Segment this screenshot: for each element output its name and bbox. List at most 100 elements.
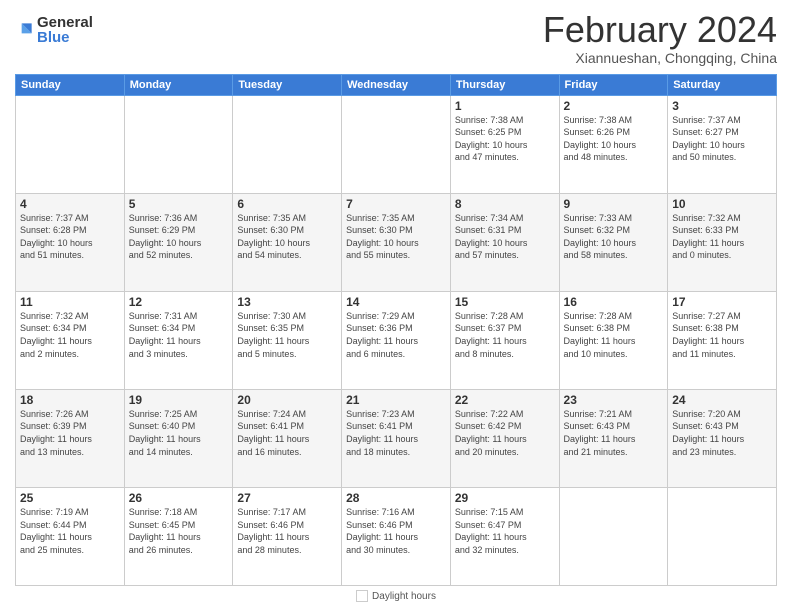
calendar-cell: 11Sunrise: 7:32 AM Sunset: 6:34 PM Dayli… — [16, 291, 125, 389]
day-number: 9 — [564, 197, 664, 211]
day-info: Sunrise: 7:31 AM Sunset: 6:34 PM Dayligh… — [129, 310, 229, 360]
calendar-cell: 22Sunrise: 7:22 AM Sunset: 6:42 PM Dayli… — [450, 389, 559, 487]
logo-text: General Blue — [37, 15, 93, 45]
day-info: Sunrise: 7:37 AM Sunset: 6:28 PM Dayligh… — [20, 212, 120, 262]
day-number: 26 — [129, 491, 229, 505]
calendar-cell — [233, 95, 342, 193]
calendar-cell: 26Sunrise: 7:18 AM Sunset: 6:45 PM Dayli… — [124, 487, 233, 585]
day-number: 12 — [129, 295, 229, 309]
day-info: Sunrise: 7:16 AM Sunset: 6:46 PM Dayligh… — [346, 506, 446, 556]
day-info: Sunrise: 7:37 AM Sunset: 6:27 PM Dayligh… — [672, 114, 772, 164]
day-number: 11 — [20, 295, 120, 309]
day-number: 5 — [129, 197, 229, 211]
calendar-header: SundayMondayTuesdayWednesdayThursdayFrid… — [16, 74, 777, 95]
daylight-legend-box — [356, 590, 368, 602]
day-info: Sunrise: 7:15 AM Sunset: 6:47 PM Dayligh… — [455, 506, 555, 556]
day-info: Sunrise: 7:22 AM Sunset: 6:42 PM Dayligh… — [455, 408, 555, 458]
day-info: Sunrise: 7:25 AM Sunset: 6:40 PM Dayligh… — [129, 408, 229, 458]
day-number: 17 — [672, 295, 772, 309]
day-info: Sunrise: 7:23 AM Sunset: 6:41 PM Dayligh… — [346, 408, 446, 458]
logo: General Blue — [15, 15, 93, 45]
day-number: 18 — [20, 393, 120, 407]
calendar-cell: 4Sunrise: 7:37 AM Sunset: 6:28 PM Daylig… — [16, 193, 125, 291]
calendar-cell: 8Sunrise: 7:34 AM Sunset: 6:31 PM Daylig… — [450, 193, 559, 291]
calendar-cell: 10Sunrise: 7:32 AM Sunset: 6:33 PM Dayli… — [668, 193, 777, 291]
logo-blue: Blue — [37, 30, 93, 45]
col-header-wednesday: Wednesday — [342, 74, 451, 95]
calendar-cell: 5Sunrise: 7:36 AM Sunset: 6:29 PM Daylig… — [124, 193, 233, 291]
calendar-cell: 15Sunrise: 7:28 AM Sunset: 6:37 PM Dayli… — [450, 291, 559, 389]
page: General Blue February 2024 Xiannueshan, … — [0, 0, 792, 612]
col-header-thursday: Thursday — [450, 74, 559, 95]
day-info: Sunrise: 7:38 AM Sunset: 6:26 PM Dayligh… — [564, 114, 664, 164]
day-info: Sunrise: 7:32 AM Sunset: 6:33 PM Dayligh… — [672, 212, 772, 262]
calendar-table: SundayMondayTuesdayWednesdayThursdayFrid… — [15, 74, 777, 586]
day-info: Sunrise: 7:36 AM Sunset: 6:29 PM Dayligh… — [129, 212, 229, 262]
calendar-cell: 1Sunrise: 7:38 AM Sunset: 6:25 PM Daylig… — [450, 95, 559, 193]
col-header-saturday: Saturday — [668, 74, 777, 95]
header: General Blue February 2024 Xiannueshan, … — [15, 10, 777, 66]
calendar-cell: 3Sunrise: 7:37 AM Sunset: 6:27 PM Daylig… — [668, 95, 777, 193]
day-info: Sunrise: 7:28 AM Sunset: 6:37 PM Dayligh… — [455, 310, 555, 360]
calendar-cell: 14Sunrise: 7:29 AM Sunset: 6:36 PM Dayli… — [342, 291, 451, 389]
day-info: Sunrise: 7:35 AM Sunset: 6:30 PM Dayligh… — [237, 212, 337, 262]
calendar-cell: 9Sunrise: 7:33 AM Sunset: 6:32 PM Daylig… — [559, 193, 668, 291]
title-block: February 2024 Xiannueshan, Chongqing, Ch… — [543, 10, 777, 66]
calendar-cell: 7Sunrise: 7:35 AM Sunset: 6:30 PM Daylig… — [342, 193, 451, 291]
day-number: 23 — [564, 393, 664, 407]
week-row: 1Sunrise: 7:38 AM Sunset: 6:25 PM Daylig… — [16, 95, 777, 193]
day-info: Sunrise: 7:38 AM Sunset: 6:25 PM Dayligh… — [455, 114, 555, 164]
calendar-cell: 23Sunrise: 7:21 AM Sunset: 6:43 PM Dayli… — [559, 389, 668, 487]
calendar-cell: 12Sunrise: 7:31 AM Sunset: 6:34 PM Dayli… — [124, 291, 233, 389]
calendar-cell — [16, 95, 125, 193]
header-row: SundayMondayTuesdayWednesdayThursdayFrid… — [16, 74, 777, 95]
day-number: 25 — [20, 491, 120, 505]
day-info: Sunrise: 7:21 AM Sunset: 6:43 PM Dayligh… — [564, 408, 664, 458]
calendar-cell: 21Sunrise: 7:23 AM Sunset: 6:41 PM Dayli… — [342, 389, 451, 487]
day-info: Sunrise: 7:27 AM Sunset: 6:38 PM Dayligh… — [672, 310, 772, 360]
day-number: 4 — [20, 197, 120, 211]
day-number: 3 — [672, 99, 772, 113]
week-row: 25Sunrise: 7:19 AM Sunset: 6:44 PM Dayli… — [16, 487, 777, 585]
day-info: Sunrise: 7:18 AM Sunset: 6:45 PM Dayligh… — [129, 506, 229, 556]
day-info: Sunrise: 7:24 AM Sunset: 6:41 PM Dayligh… — [237, 408, 337, 458]
day-number: 16 — [564, 295, 664, 309]
calendar-cell: 2Sunrise: 7:38 AM Sunset: 6:26 PM Daylig… — [559, 95, 668, 193]
day-info: Sunrise: 7:32 AM Sunset: 6:34 PM Dayligh… — [20, 310, 120, 360]
col-header-sunday: Sunday — [16, 74, 125, 95]
calendar-cell: 6Sunrise: 7:35 AM Sunset: 6:30 PM Daylig… — [233, 193, 342, 291]
footer-daylight: Daylight hours — [356, 590, 436, 602]
day-info: Sunrise: 7:19 AM Sunset: 6:44 PM Dayligh… — [20, 506, 120, 556]
day-number: 28 — [346, 491, 446, 505]
day-number: 7 — [346, 197, 446, 211]
daylight-label: Daylight hours — [372, 591, 436, 602]
day-number: 20 — [237, 393, 337, 407]
week-row: 18Sunrise: 7:26 AM Sunset: 6:39 PM Dayli… — [16, 389, 777, 487]
col-header-monday: Monday — [124, 74, 233, 95]
day-number: 19 — [129, 393, 229, 407]
day-number: 1 — [455, 99, 555, 113]
day-number: 24 — [672, 393, 772, 407]
calendar-cell: 19Sunrise: 7:25 AM Sunset: 6:40 PM Dayli… — [124, 389, 233, 487]
calendar-cell: 29Sunrise: 7:15 AM Sunset: 6:47 PM Dayli… — [450, 487, 559, 585]
calendar-cell: 25Sunrise: 7:19 AM Sunset: 6:44 PM Dayli… — [16, 487, 125, 585]
calendar-cell: 28Sunrise: 7:16 AM Sunset: 6:46 PM Dayli… — [342, 487, 451, 585]
calendar-cell: 16Sunrise: 7:28 AM Sunset: 6:38 PM Dayli… — [559, 291, 668, 389]
day-number: 29 — [455, 491, 555, 505]
day-number: 21 — [346, 393, 446, 407]
calendar-cell — [559, 487, 668, 585]
day-info: Sunrise: 7:35 AM Sunset: 6:30 PM Dayligh… — [346, 212, 446, 262]
col-header-friday: Friday — [559, 74, 668, 95]
calendar-cell: 17Sunrise: 7:27 AM Sunset: 6:38 PM Dayli… — [668, 291, 777, 389]
day-number: 13 — [237, 295, 337, 309]
calendar-body: 1Sunrise: 7:38 AM Sunset: 6:25 PM Daylig… — [16, 95, 777, 585]
day-info: Sunrise: 7:17 AM Sunset: 6:46 PM Dayligh… — [237, 506, 337, 556]
calendar-cell: 13Sunrise: 7:30 AM Sunset: 6:35 PM Dayli… — [233, 291, 342, 389]
week-row: 11Sunrise: 7:32 AM Sunset: 6:34 PM Dayli… — [16, 291, 777, 389]
calendar-cell — [124, 95, 233, 193]
footer: Daylight hours — [15, 590, 777, 602]
logo-icon — [15, 20, 35, 40]
day-number: 6 — [237, 197, 337, 211]
month-title: February 2024 — [543, 10, 777, 50]
day-info: Sunrise: 7:26 AM Sunset: 6:39 PM Dayligh… — [20, 408, 120, 458]
